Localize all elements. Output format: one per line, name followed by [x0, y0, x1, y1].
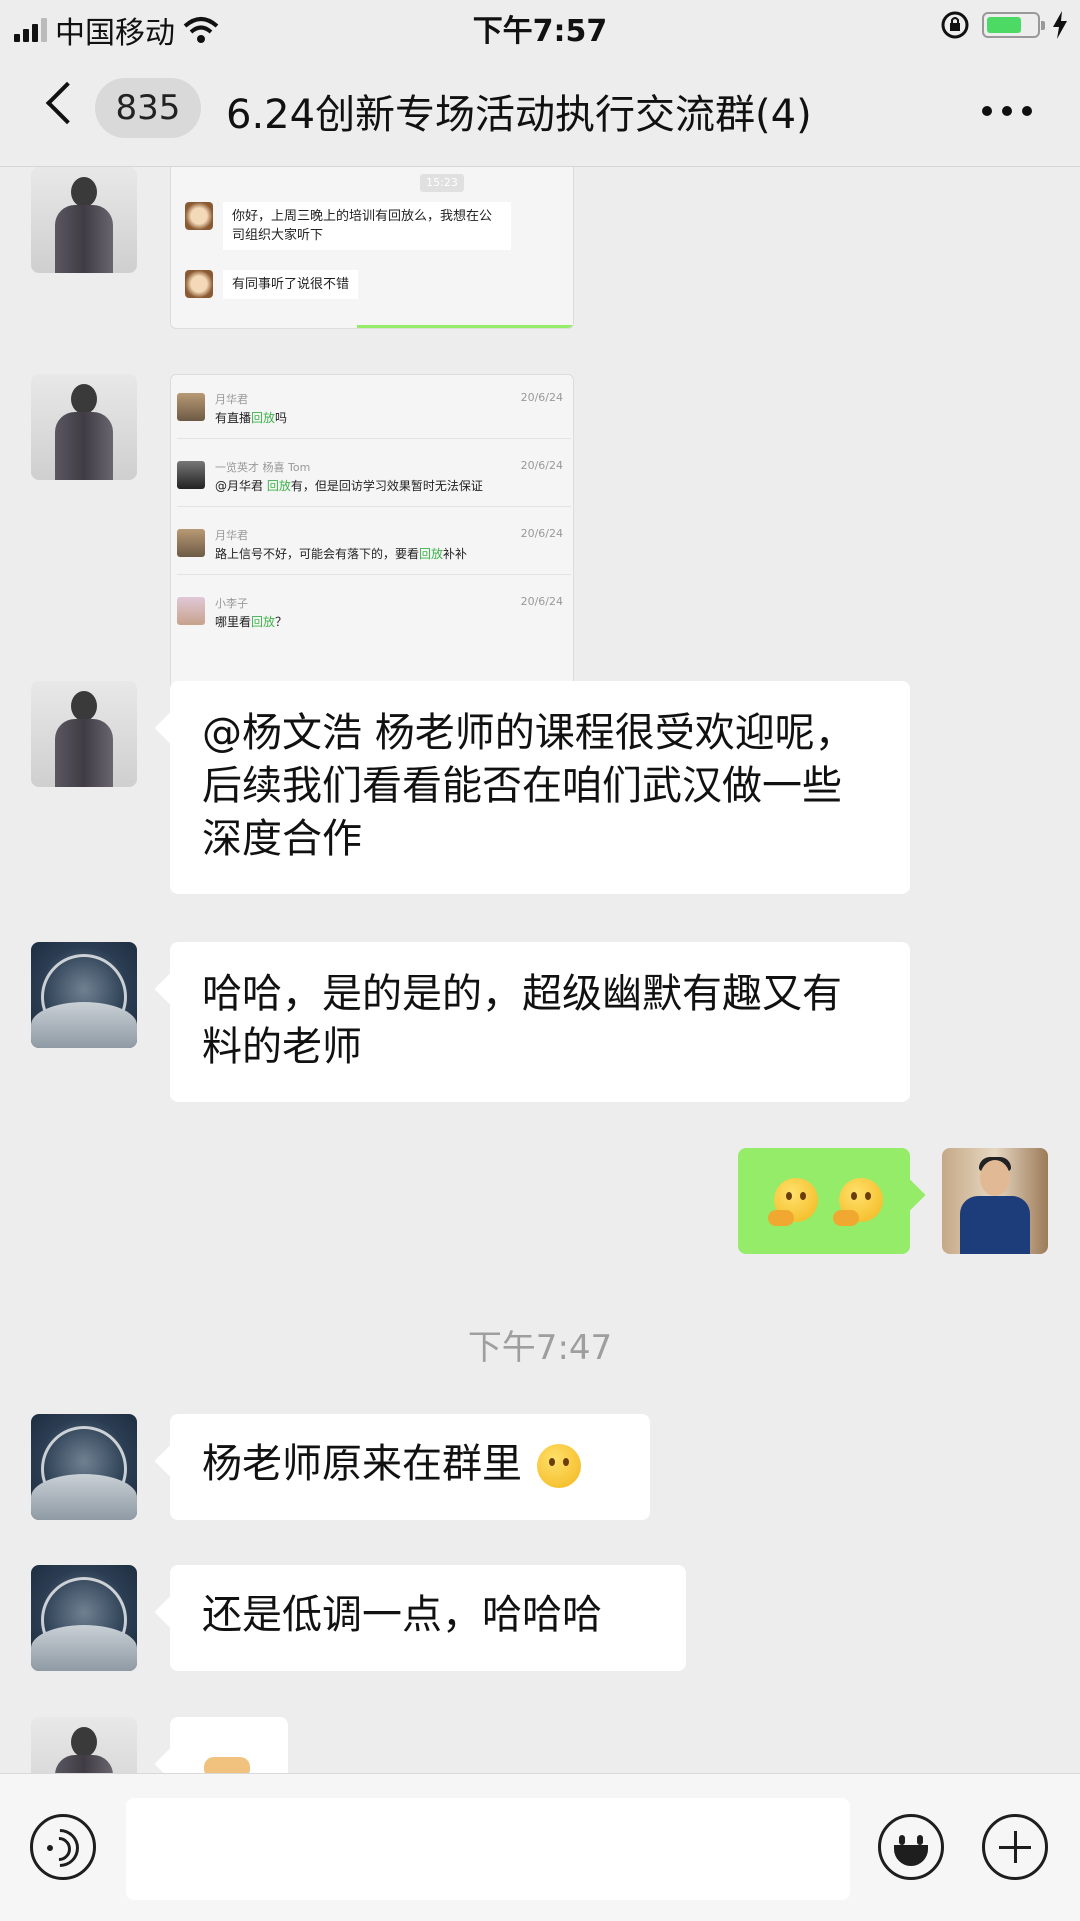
avatar[interactable] [31, 1565, 137, 1671]
message-text: 哈哈，是的是的，超级幽默有趣又有料的老师 [202, 971, 842, 1070]
avatar[interactable] [31, 942, 137, 1048]
message-list[interactable]: 15:23 你好，上周三晚上的培训有回放么，我想在公司组织大家听下 有同事听了说… [0, 167, 1080, 1773]
emoji-picker-icon[interactable] [878, 1814, 944, 1880]
image-chat-text: 有同事听了说很不错 [223, 270, 359, 299]
avatar[interactable] [31, 1717, 137, 1773]
thinking-face-icon [768, 1178, 818, 1226]
search-result-text: 路上信号不好，可能会有落下的，要看 [215, 547, 420, 561]
message-bubble[interactable]: 还是低调一点，哈哈哈 [170, 1565, 686, 1671]
search-result-date: 20/6/24 [520, 459, 563, 472]
message-bubble[interactable] [170, 1717, 288, 1773]
search-result-name: 小李子 [215, 597, 248, 610]
message-bubble[interactable]: 哈哈，是的是的，超级幽默有趣又有料的老师 [170, 942, 910, 1102]
image-chat-row: 有同事听了说很不错 [185, 270, 359, 299]
search-result-row: 一览英才 杨喜 Tom 20/6/24 @月华君 回放有，但是回访学习效果暂时无… [177, 443, 571, 507]
more-actions-icon[interactable] [982, 1814, 1048, 1880]
search-result-row: 月华君 20/6/24 路上信号不好，可能会有落下的，要看回放补补 [177, 511, 571, 575]
unread-count-badge[interactable]: 835 [95, 78, 201, 138]
thinking-face-icon [832, 1178, 883, 1226]
search-highlight: 回放 [266, 479, 291, 493]
chat-header: 835 6.24创新专场活动执行交流群(4) [0, 56, 1080, 167]
status-time: 下午7:57 [472, 14, 608, 49]
search-highlight: 回放 [251, 411, 276, 425]
search-result-text: 有直播 [215, 411, 252, 425]
message-input[interactable] [126, 1798, 850, 1900]
search-result-name: 一览英才 杨喜 Tom [215, 461, 311, 474]
search-result-row: 月华君 20/6/24 有直播回放吗 [177, 375, 571, 439]
search-result-date: 20/6/24 [520, 391, 563, 404]
battery-icon [982, 12, 1045, 38]
message-bubble[interactable]: @杨文浩 杨老师的课程很受欢迎呢，后续我们看看能否在咱们武汉做一些深度合作 [170, 681, 910, 894]
avatar[interactable] [31, 167, 137, 273]
image-chat-text: 你好，上周三晚上的培训有回放么，我想在公司组织大家听下 [223, 202, 511, 250]
search-result-text: 吗 [275, 411, 288, 425]
chat-title: 6.24创新专场活动执行交流群(4) [226, 92, 812, 138]
search-result-date: 20/6/24 [520, 527, 563, 540]
search-highlight: 回放 [419, 547, 444, 561]
my-avatar[interactable] [942, 1148, 1048, 1254]
time-separator: 下午7:47 [467, 1328, 613, 1368]
search-highlight: 回放 [251, 615, 276, 629]
image-timestamp: 15:23 [420, 174, 464, 192]
charging-icon [1053, 11, 1067, 39]
message-text: @杨文浩 杨老师的课程很受欢迎呢，后续我们看看能否在咱们武汉做一些深度合作 [202, 710, 855, 862]
search-result-date: 20/6/24 [520, 595, 563, 608]
input-toolbar [0, 1773, 1080, 1921]
search-result-text: ？ [275, 615, 288, 629]
search-result-row: 小李子 20/6/24 哪里看回放？ [177, 579, 571, 639]
search-result-text: 哪里看 [215, 615, 252, 629]
voice-input-icon[interactable] [30, 1814, 96, 1880]
search-result-text: 补补 [443, 547, 468, 561]
image-chat-row: 你好，上周三晚上的培训有回放么，我想在公司组织大家听下 [185, 202, 511, 250]
back-chevron-icon[interactable] [45, 81, 89, 125]
message-bubble[interactable]: 杨老师原来在群里 [170, 1414, 650, 1520]
avatar[interactable] [31, 1414, 137, 1520]
message-text: 还是低调一点，哈哈哈 [202, 1592, 602, 1638]
image-message[interactable]: 15:23 你好，上周三晚上的培训有回放么，我想在公司组织大家听下 有同事听了说… [170, 167, 574, 329]
sent-message-bubble[interactable] [738, 1148, 910, 1254]
search-result-name: 月华君 [215, 393, 248, 406]
orientation-lock-icon [941, 11, 969, 39]
search-result-text: @月华君 [215, 479, 267, 493]
search-result-text: 有，但是回访学习效果暂时无法保证 [290, 479, 483, 493]
status-right [940, 10, 1068, 40]
handshake-icon [204, 1757, 250, 1773]
message-text: 杨老师原来在群里 [202, 1441, 522, 1487]
search-result-name: 月华君 [215, 529, 248, 542]
avatar[interactable] [31, 681, 137, 787]
avatar[interactable] [31, 374, 137, 480]
status-bar: 中国移动 下午7:57 [0, 0, 1080, 56]
laughing-face-icon [536, 1444, 581, 1488]
more-options-icon[interactable] [982, 106, 1032, 116]
